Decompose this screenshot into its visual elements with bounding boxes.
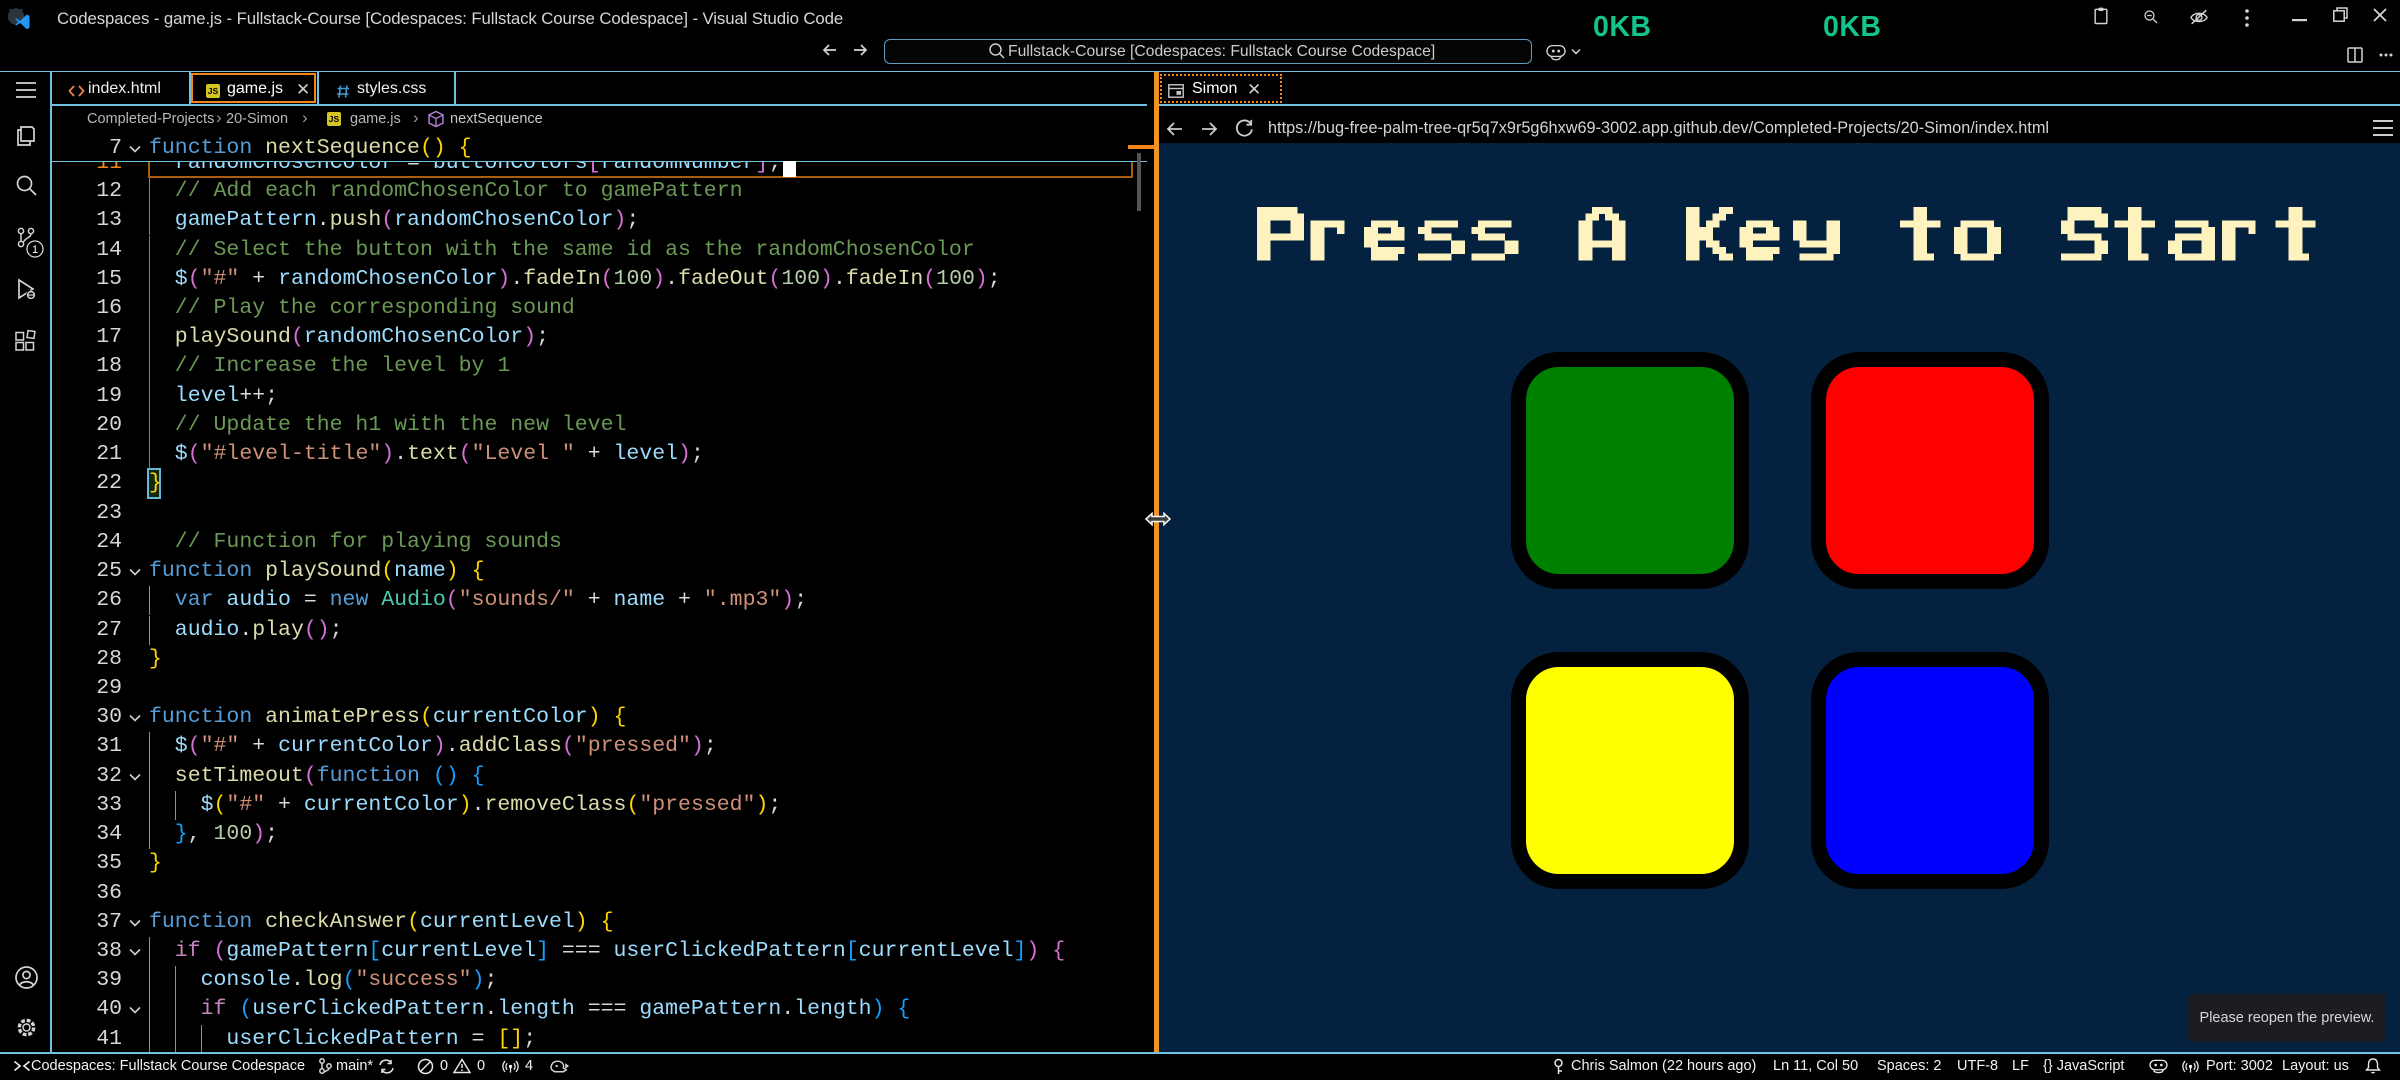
svg-text:1: 1: [32, 244, 38, 256]
